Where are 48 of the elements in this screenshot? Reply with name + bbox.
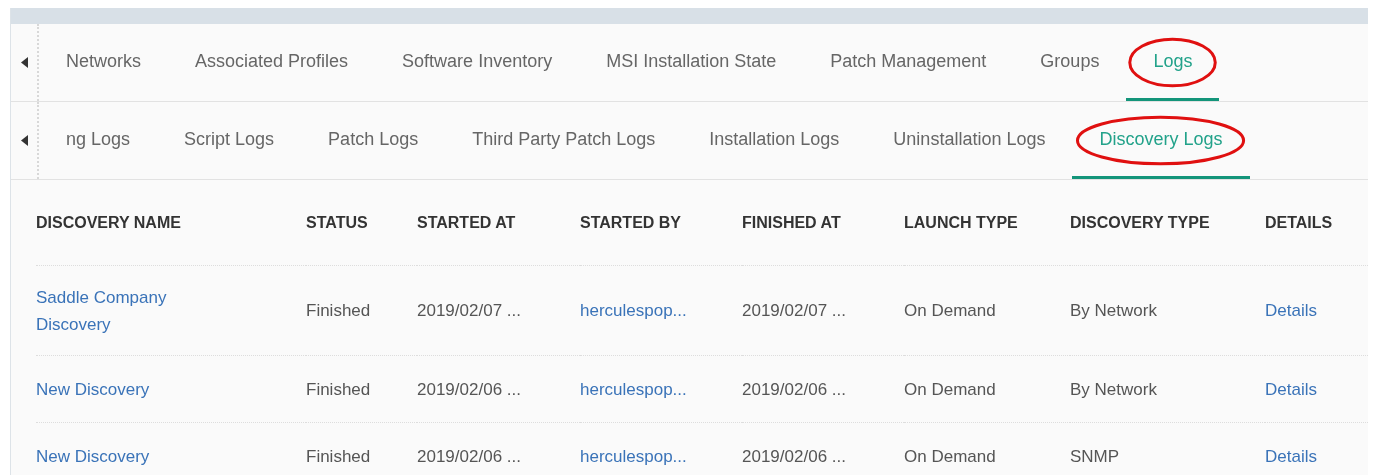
table-link[interactable]: New Discovery [36,375,150,403]
table-link[interactable]: New Discovery [36,442,150,470]
table-cell-text: 2019/02/06 ... [417,378,521,401]
table-cell-text: 2019/02/06 ... [742,378,846,401]
table-link[interactable]: Details [1265,297,1317,324]
table-cell-text: Finished [306,300,371,322]
table-cell-text: 2019/02/07 ... [742,300,846,322]
tab[interactable]: Associated Profiles [168,24,376,101]
column-header: STATUS [306,180,417,266]
tab[interactable]: MSI Installation State [579,24,804,101]
column-header: DISCOVERY NAME [36,180,306,266]
column-header: FINISHED AT [742,180,904,266]
column-header: DETAILS [1265,180,1368,266]
tab[interactable]: Installation Logs [682,102,867,179]
tab[interactable]: Software Inventory [375,24,580,101]
table-link[interactable]: Details [1265,375,1317,403]
tab[interactable]: Logs [1126,24,1220,101]
tab[interactable]: Networks [39,24,168,101]
table-cell-text: 2019/02/07 ... [417,300,521,322]
left-arrow-icon [20,57,28,68]
tab[interactable]: Patch Logs [301,102,446,179]
tab[interactable]: Third Party Patch Logs [445,102,683,179]
left-arrow-icon [20,135,28,146]
tab[interactable]: Uninstallation Logs [866,102,1073,179]
column-header: STARTED BY [580,180,742,266]
table-cell-text: By Network [1070,300,1157,322]
table-link[interactable]: Saddle Company Discovery [36,283,206,338]
table-link[interactable]: herculespop... [580,297,687,324]
column-header: LAUNCH TYPE [904,180,1070,266]
table-cell-text: Finished [306,378,371,401]
table-cell-text: Finished [306,445,371,468]
table-link[interactable]: herculespop... [580,375,687,403]
table-link[interactable]: herculespop... [580,442,687,470]
table-cell-text: 2019/02/06 ... [417,445,521,468]
table-cell-text: On Demand [904,378,996,401]
table-cell-text: On Demand [904,445,996,468]
tab[interactable]: Discovery Logs [1072,102,1250,179]
table-cell-text: On Demand [904,300,996,322]
tab[interactable]: Groups [1013,24,1127,101]
column-header: DISCOVERY TYPE [1070,180,1265,266]
table-cell-text: SNMP [1070,445,1120,468]
column-header: STARTED AT [417,180,580,266]
table-cell-text: 2019/02/06 ... [742,445,846,468]
tab[interactable]: ng Logs [39,102,158,179]
table-link[interactable]: Details [1265,442,1317,470]
table-cell-text: By Network [1070,378,1157,401]
tab[interactable]: Script Logs [157,102,302,179]
tab[interactable]: Patch Management [803,24,1014,101]
